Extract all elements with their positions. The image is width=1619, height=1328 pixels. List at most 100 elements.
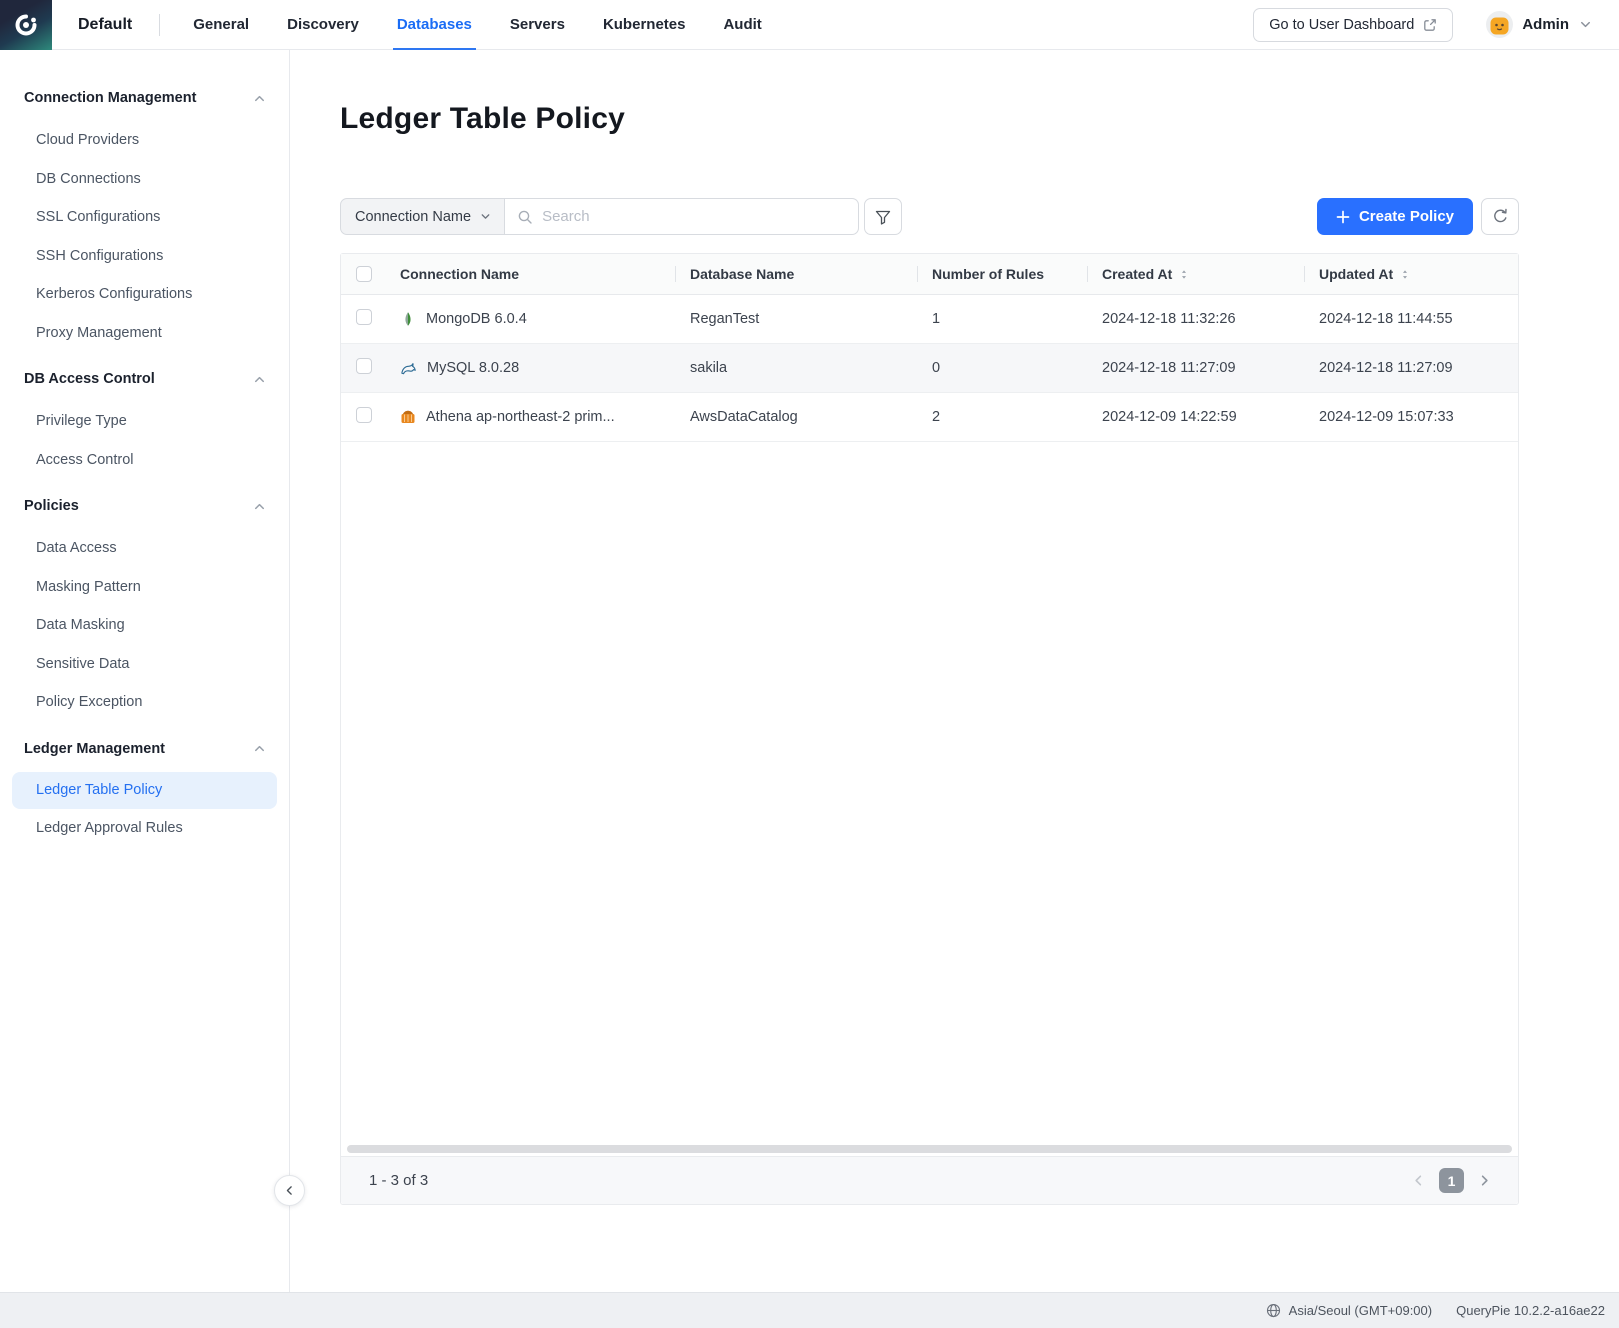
horizontal-scrollbar-track (341, 1142, 1518, 1156)
sidebar-item-sensitive-data[interactable]: Sensitive Data (0, 645, 289, 684)
version-text: QueryPie 10.2.2-a16ae22 (1456, 1303, 1605, 1318)
database-name: ReganTest (675, 311, 917, 327)
section-ledger-management: Ledger Management Ledger Table Policy Le… (0, 737, 289, 848)
sidebar-item-policy-exception[interactable]: Policy Exception (0, 683, 289, 722)
sort-icon (1178, 268, 1190, 281)
database-name: sakila (675, 360, 917, 376)
number-of-rules: 0 (917, 360, 1087, 376)
table-row[interactable]: Athena ap-northeast-2 prim... AwsDataCat… (341, 393, 1518, 442)
table-row[interactable]: MongoDB 6.0.4 ReganTest 1 2024-12-18 11:… (341, 295, 1518, 344)
sidebar-item-ssl-configurations[interactable]: SSL Configurations (0, 198, 289, 237)
funnel-icon (874, 208, 892, 226)
sidebar-item-db-connections[interactable]: DB Connections (0, 160, 289, 199)
sidebar-item-access-control[interactable]: Access Control (0, 441, 289, 480)
sidebar-item-kerberos-configurations[interactable]: Kerberos Configurations (0, 275, 289, 314)
column-number-of-rules: Number of Rules (917, 254, 1087, 294)
sidebar-item-data-access[interactable]: Data Access (0, 529, 289, 568)
updated-at: 2024-12-09 15:07:33 (1304, 409, 1518, 425)
refresh-icon (1492, 208, 1509, 225)
tab-discovery[interactable]: Discovery (283, 0, 363, 50)
tab-databases[interactable]: Databases (393, 0, 476, 50)
search-field-select[interactable]: Connection Name (340, 198, 505, 235)
column-updated-at[interactable]: Updated At (1304, 254, 1518, 294)
row-checkbox[interactable] (356, 358, 372, 374)
tab-audit[interactable]: Audit (719, 0, 765, 50)
refresh-button[interactable] (1481, 198, 1519, 235)
created-at: 2024-12-18 11:27:09 (1087, 360, 1304, 376)
page-number-button[interactable]: 1 (1439, 1168, 1464, 1193)
created-at: 2024-12-09 14:22:59 (1087, 409, 1304, 425)
mongodb-icon (400, 311, 416, 327)
sidebar-item-data-masking[interactable]: Data Masking (0, 606, 289, 645)
chevron-up-icon (252, 499, 267, 514)
querypie-logo[interactable] (0, 0, 52, 50)
sidebar-item-proxy-management[interactable]: Proxy Management (0, 314, 289, 353)
chevron-left-icon (1411, 1173, 1426, 1188)
athena-icon (400, 409, 416, 425)
tab-kubernetes[interactable]: Kubernetes (599, 0, 690, 50)
table-empty-area (341, 442, 1518, 1142)
tab-servers[interactable]: Servers (506, 0, 569, 50)
dashboard-button-label: Go to User Dashboard (1269, 17, 1414, 33)
section-header-db-access-control[interactable]: DB Access Control (0, 367, 289, 391)
user-name: Admin (1522, 16, 1569, 33)
section-policies: Policies Data Access Masking Pattern Dat… (0, 494, 289, 722)
search-input[interactable] (542, 208, 848, 225)
chevron-up-icon (252, 372, 267, 387)
go-to-user-dashboard-button[interactable]: Go to User Dashboard (1253, 8, 1453, 42)
status-bar: Asia/Seoul (GMT+09:00) QueryPie 10.2.2-a… (0, 1292, 1619, 1328)
chevron-left-icon (283, 1184, 296, 1197)
header-divider (159, 14, 160, 36)
search-icon (517, 209, 533, 225)
section-header-ledger-management[interactable]: Ledger Management (0, 737, 289, 761)
connection-name: MySQL 8.0.28 (427, 360, 519, 376)
horizontal-scrollbar[interactable] (347, 1145, 1513, 1153)
previous-page-button[interactable] (1411, 1173, 1426, 1188)
page-title: Ledger Table Policy (340, 102, 1519, 136)
sidebar-item-cloud-providers[interactable]: Cloud Providers (0, 121, 289, 160)
sidebar-item-ssh-configurations[interactable]: SSH Configurations (0, 237, 289, 276)
row-checkbox[interactable] (356, 407, 372, 423)
chevron-up-icon (252, 91, 267, 106)
table-footer: 1 - 3 of 3 1 (341, 1156, 1518, 1204)
section-title: Policies (24, 498, 79, 514)
sidebar-item-ledger-approval-rules[interactable]: Ledger Approval Rules (0, 809, 289, 848)
chevron-down-icon (479, 210, 492, 223)
plus-icon (1336, 210, 1350, 224)
sidebar-item-masking-pattern[interactable]: Masking Pattern (0, 568, 289, 607)
timezone-text: Asia/Seoul (GMT+09:00) (1289, 1303, 1432, 1318)
external-link-icon (1423, 18, 1437, 32)
workspace-name[interactable]: Default (78, 16, 132, 34)
user-avatar (1486, 11, 1513, 38)
sidebar-item-privilege-type[interactable]: Privilege Type (0, 402, 289, 441)
create-policy-button[interactable]: Create Policy (1317, 198, 1473, 235)
mysql-icon (400, 360, 417, 376)
pagination: 1 (1411, 1168, 1492, 1193)
column-created-at[interactable]: Created At (1087, 254, 1304, 294)
next-page-button[interactable] (1477, 1173, 1492, 1188)
section-header-connection-management[interactable]: Connection Management (0, 86, 289, 110)
number-of-rules: 1 (917, 311, 1087, 327)
select-all-checkbox[interactable] (356, 266, 372, 282)
section-header-policies[interactable]: Policies (0, 494, 289, 518)
sidebar-item-ledger-table-policy[interactable]: Ledger Table Policy (12, 772, 277, 809)
primary-nav: General Discovery Databases Servers Kube… (189, 0, 796, 50)
column-database-name: Database Name (675, 254, 917, 294)
sidebar-collapse-button[interactable] (274, 1175, 305, 1206)
created-at: 2024-12-18 11:32:26 (1087, 311, 1304, 327)
table-row[interactable]: MySQL 8.0.28 sakila 0 2024-12-18 11:27:0… (341, 344, 1518, 393)
top-header: Default General Discovery Databases Serv… (0, 0, 1619, 50)
sort-icon (1399, 268, 1411, 281)
column-connection-name: Connection Name (385, 254, 675, 294)
section-title: DB Access Control (24, 371, 155, 387)
tab-general[interactable]: General (189, 0, 253, 50)
user-menu[interactable]: Admin (1486, 11, 1593, 38)
chevron-up-icon (252, 741, 267, 756)
connection-name: MongoDB 6.0.4 (426, 311, 527, 327)
connection-name: Athena ap-northeast-2 prim... (426, 409, 615, 425)
filter-button[interactable] (864, 198, 902, 235)
search-field-value: Connection Name (355, 209, 471, 225)
section-connection-management: Connection Management Cloud Providers DB… (0, 86, 289, 352)
row-checkbox[interactable] (356, 309, 372, 325)
logo-q-icon (13, 12, 39, 38)
